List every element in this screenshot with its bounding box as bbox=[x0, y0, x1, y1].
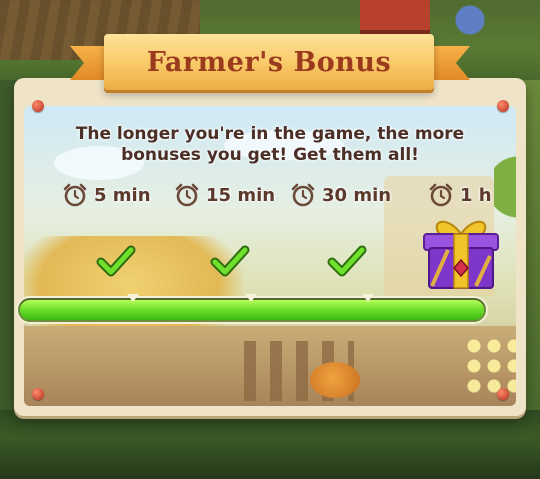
milestone-30-min: 30 min bbox=[290, 182, 391, 208]
pin-top-right bbox=[497, 100, 509, 112]
pin-bottom-right bbox=[497, 388, 509, 400]
flowers bbox=[464, 336, 516, 396]
pin-top-left bbox=[32, 100, 44, 112]
check-icon bbox=[210, 245, 250, 277]
milestone-label: 5 min bbox=[94, 184, 151, 206]
progress-marker bbox=[245, 294, 257, 302]
alarm-clock-icon bbox=[291, 183, 315, 207]
check-icon bbox=[96, 245, 136, 277]
progress-bar bbox=[18, 294, 486, 322]
progress-marker bbox=[362, 294, 374, 302]
farm-background-bottom bbox=[0, 410, 540, 479]
progress-fill bbox=[20, 300, 484, 320]
alarm-clock-icon bbox=[429, 183, 453, 207]
barn-roof bbox=[360, 0, 430, 36]
milestone-1-h: 1 h bbox=[428, 182, 492, 208]
bonus-description: The longer you're in the game, the more … bbox=[75, 124, 465, 165]
pumpkin bbox=[310, 362, 360, 398]
pin-bottom-left bbox=[32, 388, 44, 400]
popup-title: Farmer's Bonus bbox=[146, 46, 392, 78]
gift-box-icon[interactable] bbox=[418, 208, 504, 294]
milestone-5-min: 5 min bbox=[62, 182, 151, 208]
progress-marker bbox=[127, 294, 139, 302]
alarm-clock-icon bbox=[175, 183, 199, 207]
title-ribbon: Farmer's Bonus bbox=[104, 34, 434, 90]
alarm-clock-icon bbox=[63, 183, 87, 207]
milestone-15-min: 15 min bbox=[174, 182, 275, 208]
milestone-label: 1 h bbox=[460, 184, 492, 206]
milestone-label: 15 min bbox=[206, 184, 276, 206]
windmill bbox=[440, 0, 500, 50]
milestone-label: 30 min bbox=[322, 184, 392, 206]
check-icon bbox=[327, 245, 367, 277]
